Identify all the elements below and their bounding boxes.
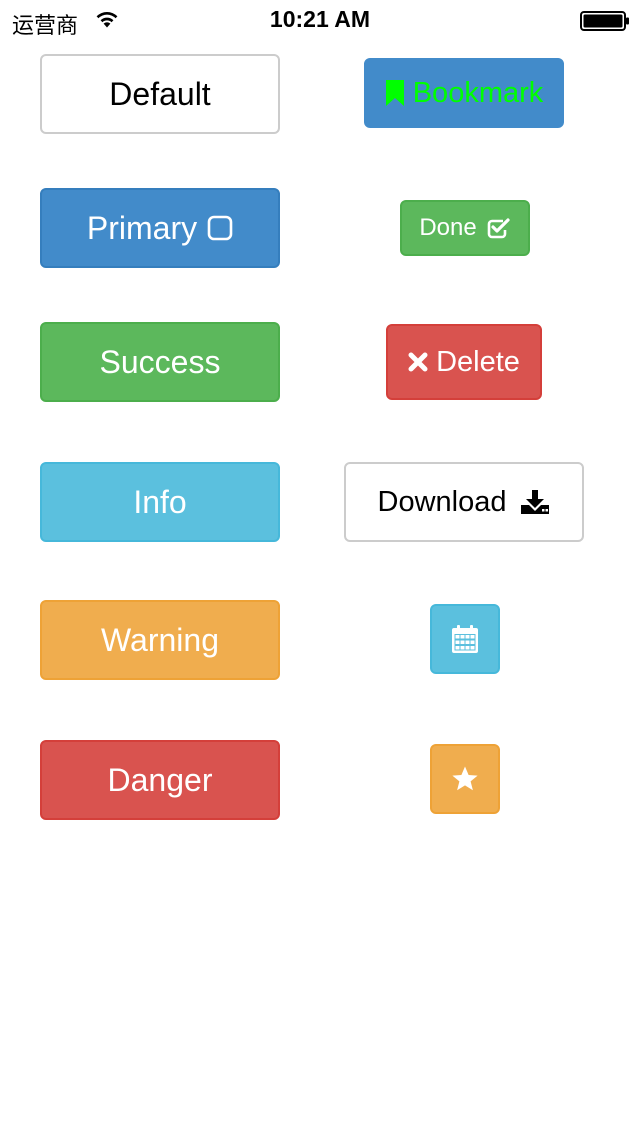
checkbox-checked-icon	[487, 217, 511, 239]
danger-button[interactable]: Danger	[40, 740, 280, 820]
download-button-label: Download	[377, 485, 507, 518]
done-button-label: Done	[419, 214, 477, 241]
battery-icon	[580, 11, 629, 31]
status-bar: 运营商 10:21 AM	[0, 0, 640, 40]
checkbox-empty-icon	[207, 215, 233, 241]
download-button[interactable]: Download	[344, 462, 584, 542]
info-button[interactable]: Info	[40, 462, 280, 542]
x-icon	[408, 352, 428, 372]
star-button[interactable]	[430, 744, 500, 814]
download-icon	[520, 489, 550, 515]
done-button[interactable]: Done	[400, 200, 530, 256]
star-icon	[451, 765, 479, 793]
delete-button-label: Delete	[436, 345, 520, 378]
clock: 10:21 AM	[269, 6, 371, 32]
delete-button[interactable]: Delete	[386, 324, 542, 400]
default-button[interactable]: Default	[40, 54, 280, 134]
bookmark-button-label: Bookmark	[412, 76, 544, 109]
screen: 运营商 10:21 AM Default Primary Success Inf…	[0, 0, 640, 1136]
success-button[interactable]: Success	[40, 322, 280, 402]
success-button-label: Success	[99, 343, 221, 380]
warning-button-label: Warning	[101, 621, 219, 658]
calendar-button[interactable]	[430, 604, 500, 674]
warning-button[interactable]: Warning	[40, 600, 280, 680]
calendar-icon	[451, 624, 479, 654]
info-button-label: Info	[133, 483, 187, 520]
bookmark-button[interactable]: Bookmark	[364, 58, 564, 128]
primary-button[interactable]: Primary	[40, 188, 280, 268]
default-button-label: Default	[109, 75, 211, 112]
primary-button-label: Primary	[86, 209, 198, 246]
danger-button-label: Danger	[107, 761, 213, 798]
bookmark-icon	[385, 79, 405, 107]
